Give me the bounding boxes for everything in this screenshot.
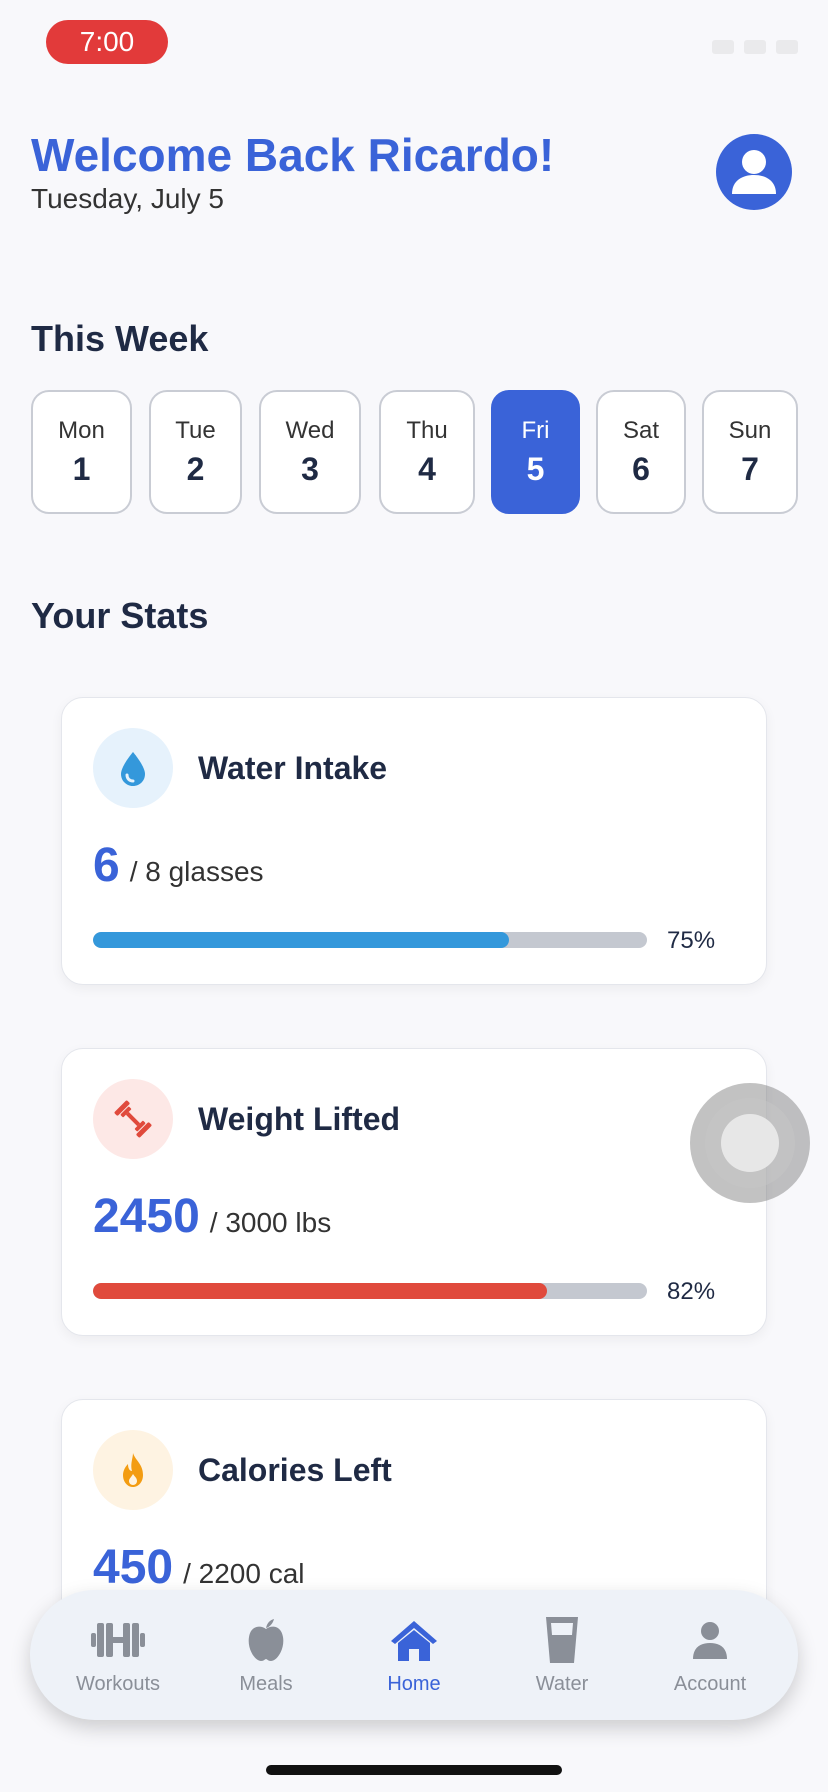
day-number: 2: [186, 450, 205, 487]
nav-home[interactable]: Home: [349, 1615, 479, 1696]
day-name: Sun: [728, 416, 772, 444]
day-number: 7: [741, 450, 759, 487]
progress-percent: 75%: [667, 927, 716, 954]
day-name: Tue: [175, 416, 216, 444]
nav-label: Account: [673, 1672, 747, 1695]
water-drop-icon: [93, 728, 173, 808]
card-title: Calories Left: [198, 1452, 392, 1488]
current-value: 450: [93, 1541, 174, 1594]
day-name: Mon: [58, 416, 105, 444]
card-value: 450 / 2200 cal: [93, 1540, 305, 1595]
day-number: 6: [632, 450, 650, 487]
nav-workouts[interactable]: Workouts: [53, 1615, 183, 1696]
current-date: Tuesday, July 5: [31, 183, 224, 214]
day-number: 3: [301, 450, 319, 487]
goal-value: / 8 glasses: [129, 856, 264, 887]
assistive-touch-button[interactable]: [690, 1083, 810, 1203]
current-value: 6: [93, 839, 120, 892]
home-icon: [391, 1620, 437, 1661]
day-name: Wed: [285, 416, 335, 444]
day-tue[interactable]: Tue 2: [149, 390, 242, 514]
current-value: 2450: [93, 1190, 200, 1243]
goal-value: / 2200 cal: [183, 1558, 305, 1589]
signal-icon: [712, 40, 734, 54]
profile-avatar-button[interactable]: [716, 134, 792, 210]
apple-icon: [248, 1618, 284, 1661]
bottom-nav: Workouts Meals Home Water Account: [30, 1590, 798, 1720]
person-icon: [693, 1621, 727, 1659]
assistive-center: [721, 1114, 779, 1172]
card-value: 6 / 8 glasses: [93, 838, 264, 893]
day-mon[interactable]: Mon 1: [31, 390, 132, 514]
nav-account[interactable]: Account: [645, 1615, 775, 1696]
welcome-heading: Welcome Back Ricardo!: [31, 129, 555, 181]
person-icon: [732, 150, 776, 194]
card-title: Weight Lifted: [198, 1101, 401, 1137]
progress-percent: 82%: [667, 1278, 716, 1305]
dumbbell-icon: [91, 1622, 145, 1657]
nav-water[interactable]: Water: [497, 1615, 627, 1696]
card-value: 2450 / 3000 lbs: [93, 1189, 331, 1244]
day-number: 1: [72, 450, 91, 487]
progress-fill: [93, 932, 509, 948]
card-title: Water Intake: [198, 750, 388, 786]
home-indicator: [266, 1765, 562, 1775]
day-name: Sat: [622, 416, 660, 444]
dumbbell-icon: [93, 1079, 173, 1159]
day-number: 4: [418, 450, 436, 487]
nav-label: Workouts: [75, 1672, 161, 1695]
day-sat[interactable]: Sat 6: [596, 390, 686, 514]
progress-bar: [93, 932, 647, 948]
day-thu[interactable]: Thu 4: [379, 390, 475, 514]
flame-icon: [93, 1430, 173, 1510]
status-icons: [712, 40, 798, 54]
nav-meals[interactable]: Meals: [201, 1615, 331, 1696]
status-time: 7:00: [46, 20, 168, 64]
progress-bar: [93, 1283, 647, 1299]
weight-lifted-card[interactable]: Weight Lifted 2450 / 3000 lbs 82%: [61, 1048, 767, 1336]
goal-value: / 3000 lbs: [209, 1207, 332, 1238]
day-number: 5: [526, 450, 545, 487]
progress-fill: [93, 1283, 548, 1299]
battery-icon: [776, 40, 798, 54]
day-name: Thu: [406, 416, 448, 444]
week-section-title: This Week: [31, 318, 209, 359]
assistive-ring: [705, 1098, 795, 1188]
status-bar: 7:00: [0, 0, 828, 90]
wifi-icon: [744, 40, 766, 54]
nav-label: Water: [535, 1672, 589, 1695]
water-intake-card[interactable]: Water Intake 6 / 8 glasses 75%: [61, 697, 767, 985]
day-wed[interactable]: Wed 3: [259, 390, 361, 514]
glass-icon: [546, 1616, 578, 1663]
day-fri[interactable]: Fri 5: [491, 390, 580, 514]
stats-section-title: Your Stats: [31, 595, 209, 636]
nav-label: Meals: [239, 1672, 293, 1695]
nav-label: Home: [387, 1672, 441, 1695]
day-name: Fri: [521, 416, 550, 444]
day-sun[interactable]: Sun 7: [702, 390, 798, 514]
